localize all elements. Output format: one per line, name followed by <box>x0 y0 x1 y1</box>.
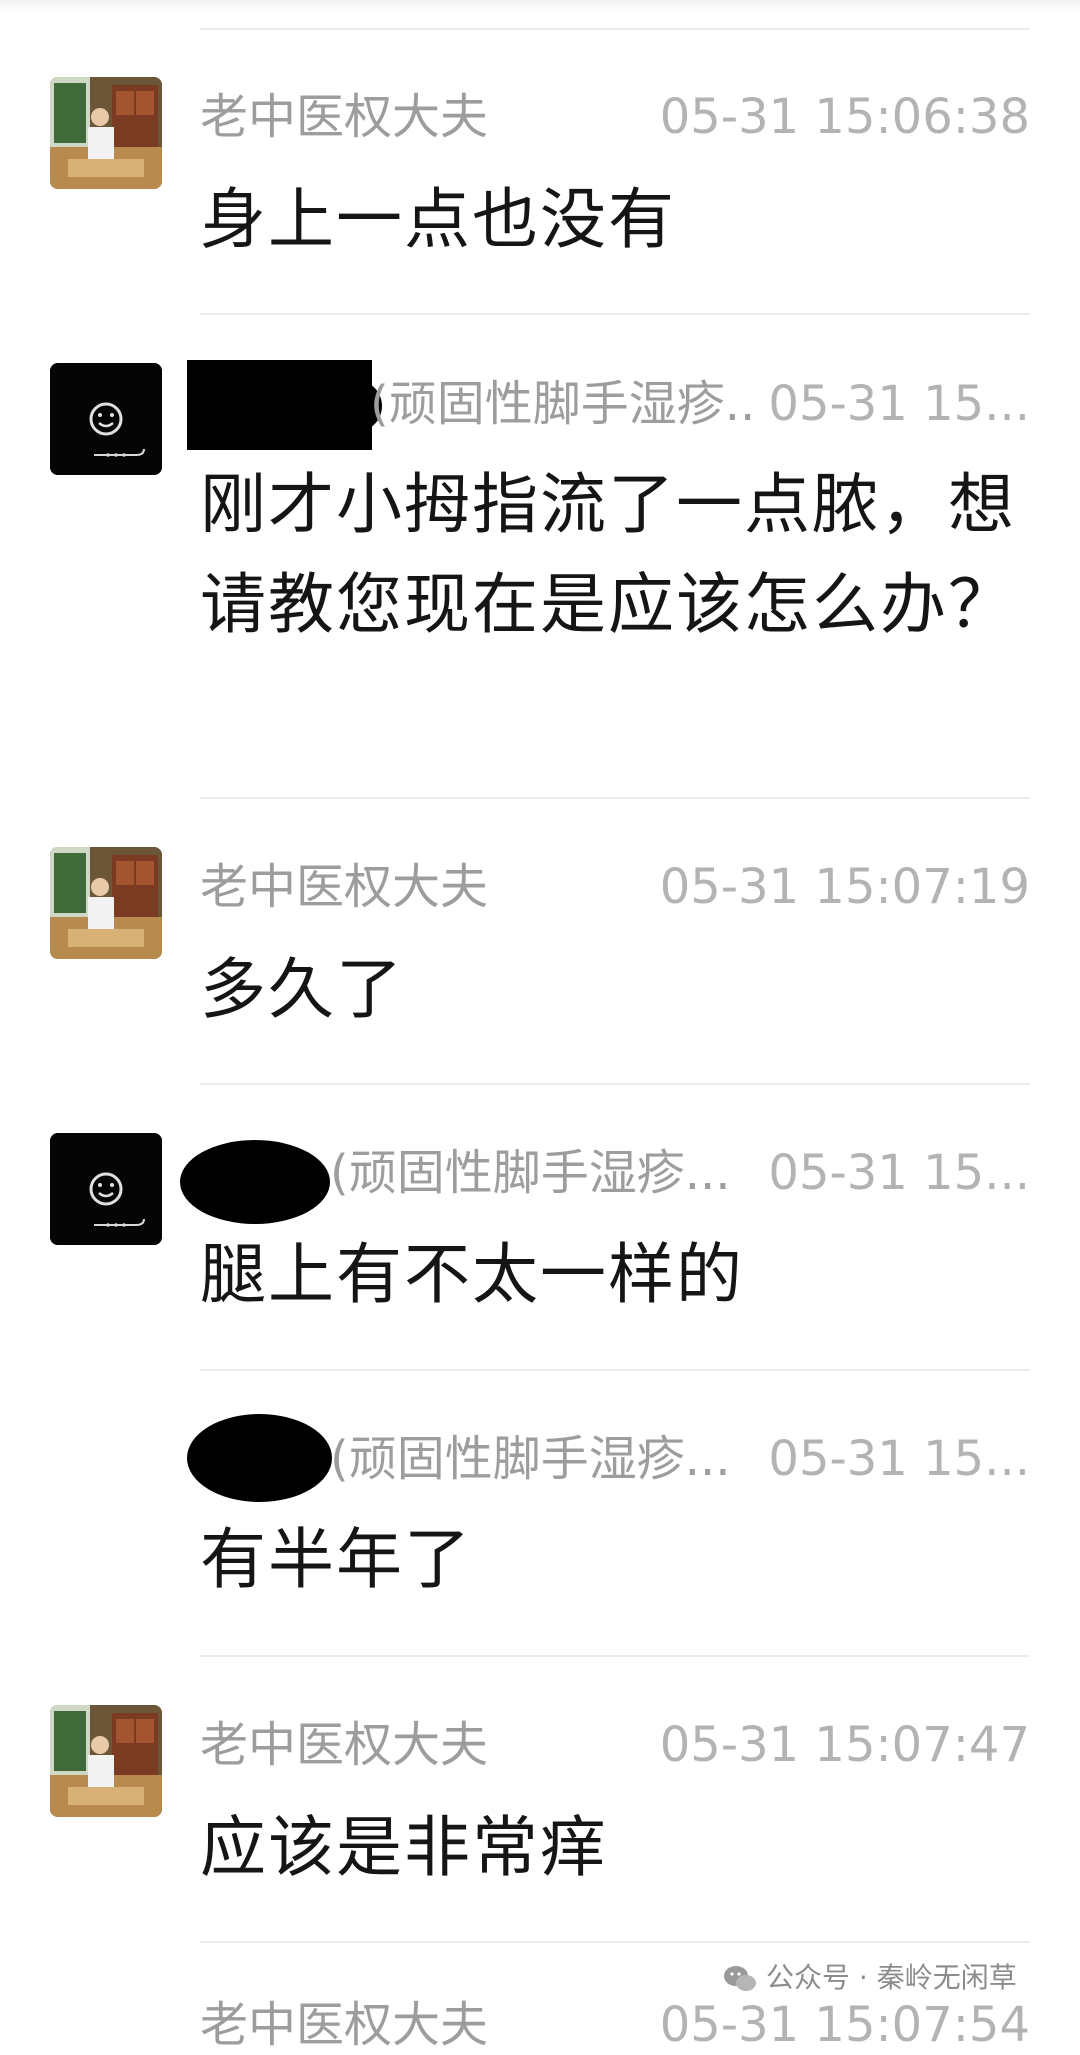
sender-name: (顽固性脚手湿疹... <box>330 1145 731 1201</box>
divider <box>200 28 1030 30</box>
message-time: 05-31 15:07:19 <box>659 859 1030 915</box>
message-time: 05-31 15... <box>768 1431 1030 1487</box>
smiley-avatar-icon[interactable] <box>50 363 162 475</box>
divider <box>200 1369 1030 1371</box>
message-text: 多久了 <box>200 951 404 1028</box>
smiley-avatar-icon[interactable] <box>50 1133 162 1245</box>
message-text: 腿上有不太一样的 <box>200 1236 744 1313</box>
sender-name: (顽固性脚手湿疹... <box>330 1431 731 1487</box>
sender-name: (顽固性脚手湿疹... <box>370 376 760 432</box>
message-time: 05-31 15:07:54 <box>659 1997 1030 2053</box>
divider <box>200 797 1030 799</box>
doctor-avatar-icon[interactable] <box>50 77 162 189</box>
message-time: 05-31 15:07:47 <box>659 1717 1030 1773</box>
message-text: 身上一点也没有 <box>200 181 676 258</box>
watermark: 公众号 · 秦岭无闲草 <box>722 1954 1017 2002</box>
sender-name: 老中医权大夫 <box>200 1717 489 1773</box>
message-text: 应该是非常痒 <box>200 1809 608 1886</box>
sender-name: 老中医权大夫 <box>200 89 489 145</box>
wechat-icon <box>724 1966 756 1991</box>
divider <box>200 313 1030 315</box>
message-text: 刚才小拇指流了一点脓，想请教您现在是应该怎么办？ <box>200 466 1016 643</box>
watermark-text: 公众号 · 秦岭无闲草 <box>766 1961 1017 1994</box>
doctor-avatar-icon[interactable] <box>50 1705 162 1817</box>
divider <box>200 1083 1030 1085</box>
doctor-avatar-icon[interactable] <box>50 847 162 959</box>
divider <box>200 1655 1030 1657</box>
message-text: 有半年了 <box>200 1521 472 1598</box>
message-time: 05-31 15:06:38 <box>659 89 1030 145</box>
divider <box>200 1941 1030 1943</box>
top-strip <box>0 0 1080 12</box>
sender-name: 老中医权大夫 <box>200 859 489 915</box>
message-time: 05-31 15... <box>768 376 1030 432</box>
message-time: 05-31 15... <box>768 1145 1030 1201</box>
sender-name: 老中医权大夫 <box>200 1997 489 2053</box>
